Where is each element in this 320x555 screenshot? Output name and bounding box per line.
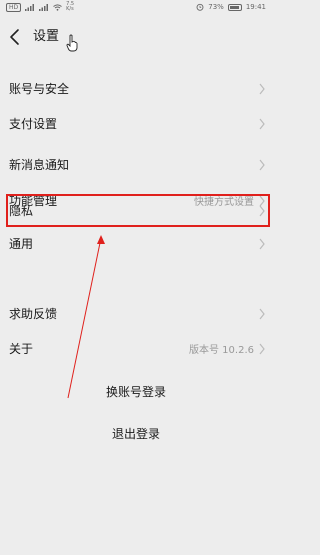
switch-account-button[interactable]: 换账号登录 xyxy=(0,383,272,400)
settings-item-general[interactable]: 通用 xyxy=(0,226,272,261)
settings-item-label: 关于 xyxy=(9,342,34,356)
chevron-right-icon xyxy=(259,118,265,129)
settings-item-label: 支付设置 xyxy=(9,117,58,131)
battery-percent: 73% xyxy=(208,3,224,11)
settings-item-account-security[interactable]: 账号与安全 xyxy=(0,71,272,106)
settings-item-label: 隐私 xyxy=(9,204,34,218)
battery-icon xyxy=(227,3,242,11)
chevron-right-icon xyxy=(259,238,265,249)
settings-item-help-feedback[interactable]: 求助反馈 xyxy=(0,296,272,331)
nav-header: 设置 xyxy=(0,14,272,60)
chevron-right-icon xyxy=(259,205,265,216)
clock-time: 19:41 xyxy=(245,3,266,11)
hd-badge: HD xyxy=(6,2,22,12)
signal-icon-secondary xyxy=(39,3,49,11)
status-right: 73% 19:41 xyxy=(196,3,266,11)
chevron-right-icon xyxy=(259,343,265,354)
chevron-right-icon xyxy=(259,159,265,170)
hand-pointer-icon xyxy=(66,34,78,52)
speed-unit: K/s xyxy=(66,6,74,12)
settings-item-label: 通用 xyxy=(9,237,34,251)
settings-item-label: 求助反馈 xyxy=(9,307,58,321)
settings-item-about[interactable]: 关于 版本号 10.2.6 xyxy=(0,331,272,366)
back-arrow-icon[interactable] xyxy=(8,28,22,46)
network-speed: 7.5 K/s xyxy=(66,2,74,12)
chevron-right-icon xyxy=(259,83,265,94)
status-bar: HD 7.5 K/s 73% 19:41 xyxy=(0,0,272,14)
logout-button[interactable]: 退出登录 xyxy=(0,425,272,442)
settings-item-privacy[interactable]: 隐私 xyxy=(0,193,272,228)
page-title: 设置 xyxy=(33,29,60,44)
status-left: HD 7.5 K/s xyxy=(6,2,74,12)
signal-icon xyxy=(25,3,35,11)
settings-item-label: 账号与安全 xyxy=(9,82,70,96)
settings-item-value: 版本号 10.2.6 xyxy=(189,345,254,356)
wifi-icon xyxy=(53,3,62,11)
chevron-right-icon xyxy=(259,308,265,319)
alarm-icon xyxy=(196,3,204,11)
settings-item-notifications[interactable]: 新消息通知 xyxy=(0,147,272,182)
settings-item-label: 新消息通知 xyxy=(9,158,70,172)
settings-item-payment[interactable]: 支付设置 xyxy=(0,106,272,141)
